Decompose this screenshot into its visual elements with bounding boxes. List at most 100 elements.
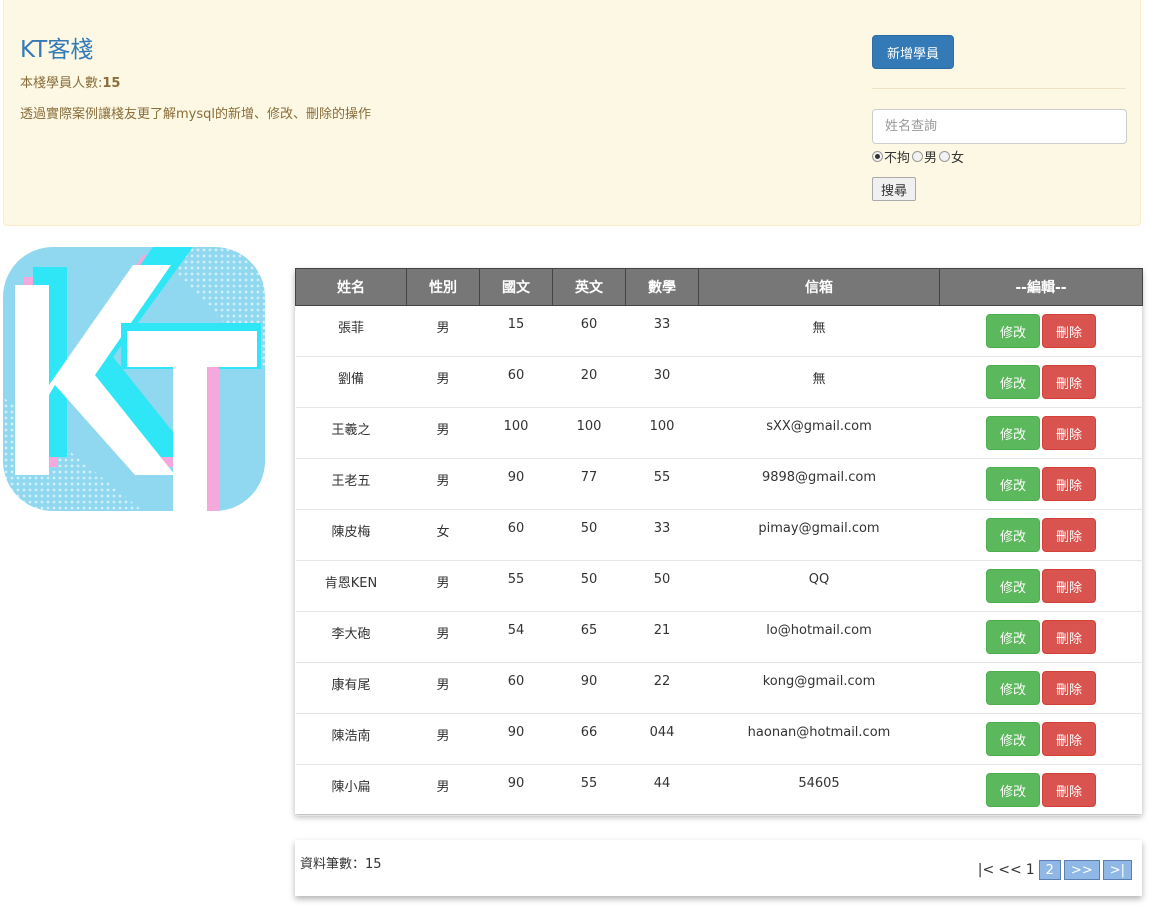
edit-button[interactable]: 修改 (986, 365, 1040, 399)
col-header-math: 數學 (625, 268, 699, 306)
cell-english: 90 (552, 662, 626, 714)
cell-chinese: 90 (479, 713, 553, 765)
cell-chinese: 15 (479, 305, 553, 357)
cell-chinese: 90 (479, 764, 553, 816)
cell-chinese: 54 (479, 611, 553, 663)
cell-name: 康有尾 (295, 662, 407, 714)
cell-math: 44 (625, 764, 699, 816)
edit-button[interactable]: 修改 (986, 773, 1040, 807)
cell-email: 9898@gmail.com (698, 458, 940, 510)
cell-chinese: 55 (479, 560, 553, 612)
cell-email: 54605 (698, 764, 940, 816)
table-header-row: 姓名 性別 國文 英文 數學 信箱 --編輯-- (295, 268, 1143, 306)
delete-button[interactable]: 刪除 (1042, 416, 1096, 450)
cell-gender: 男 (406, 611, 480, 663)
delete-button[interactable]: 刪除 (1042, 671, 1096, 705)
delete-button[interactable]: 刪除 (1042, 467, 1096, 501)
cell-gender: 男 (406, 305, 480, 357)
kt-logo (3, 247, 265, 511)
table-row: 康有尾 男 60 90 22 kong@gmail.com 修改 刪除 (295, 662, 1143, 714)
col-header-chinese: 國文 (479, 268, 553, 306)
search-button[interactable]: 搜尋 (872, 177, 916, 201)
cell-actions: 修改 刪除 (939, 407, 1143, 459)
add-member-button[interactable]: 新增學員 (872, 35, 954, 69)
first-page-link[interactable]: |< (978, 862, 994, 878)
pager: |< << 1 2 >> >| (978, 860, 1132, 880)
current-page: 1 (1025, 862, 1035, 878)
cell-english: 20 (552, 356, 626, 408)
record-count: 資料筆數：15 (300, 853, 382, 872)
cell-name: 陳小扁 (295, 764, 407, 816)
cell-chinese: 90 (479, 458, 553, 510)
edit-button[interactable]: 修改 (986, 671, 1040, 705)
cell-gender: 男 (406, 407, 480, 459)
cell-english: 66 (552, 713, 626, 765)
col-header-email: 信箱 (698, 268, 940, 306)
edit-button[interactable]: 修改 (986, 620, 1040, 654)
cell-english: 60 (552, 305, 626, 357)
cell-math: 21 (625, 611, 699, 663)
edit-button[interactable]: 修改 (986, 569, 1040, 603)
cell-actions: 修改 刪除 (939, 662, 1143, 714)
member-count-value: 15 (102, 76, 121, 91)
delete-button[interactable]: 刪除 (1042, 365, 1096, 399)
site-description: 透過實際案例讓棧友更了解mysql的新增、修改、刪除的操作 (20, 107, 371, 122)
cell-actions: 修改 刪除 (939, 713, 1143, 765)
table-row: 陳小扁 男 90 55 44 54605 修改 刪除 (295, 764, 1143, 816)
cell-math: 22 (625, 662, 699, 714)
last-page-link[interactable]: >| (1102, 860, 1132, 880)
cell-english: 50 (552, 509, 626, 561)
edit-button[interactable]: 修改 (986, 416, 1040, 450)
cell-name: 張菲 (295, 305, 407, 357)
cell-english: 50 (552, 560, 626, 612)
cell-math: 33 (625, 509, 699, 561)
name-search-input[interactable] (872, 109, 1127, 144)
col-header-edit: --編輯-- (939, 268, 1143, 306)
delete-button[interactable]: 刪除 (1042, 620, 1096, 654)
cell-english: 55 (552, 764, 626, 816)
gender-radio-female-label: 女 (951, 151, 965, 166)
page-2-link[interactable]: 2 (1038, 860, 1061, 880)
cell-name: 劉備 (295, 356, 407, 408)
delete-button[interactable]: 刪除 (1042, 722, 1096, 756)
next-page-link[interactable]: >> (1063, 860, 1100, 880)
cell-actions: 修改 刪除 (939, 560, 1143, 612)
edit-button[interactable]: 修改 (986, 467, 1040, 501)
pagination-panel: 資料筆數：15 |< << 1 2 >> >| (295, 840, 1142, 896)
delete-button[interactable]: 刪除 (1042, 569, 1096, 603)
cell-name: 陳皮梅 (295, 509, 407, 561)
prev-page-link[interactable]: << (998, 862, 1021, 878)
table-row: 張菲 男 15 60 33 無 修改 刪除 (295, 305, 1143, 357)
cell-email: 無 (698, 305, 940, 357)
edit-button[interactable]: 修改 (986, 518, 1040, 552)
record-count-label: 資料筆數： (300, 857, 366, 872)
table-row: 王羲之 男 100 100 100 sXX@gmail.com 修改 刪除 (295, 407, 1143, 459)
gender-radio-female[interactable] (939, 151, 951, 162)
gender-radio-any-label: 不拘 (884, 151, 911, 166)
edit-button[interactable]: 修改 (986, 722, 1040, 756)
cell-email: pimay@gmail.com (698, 509, 940, 561)
cell-math: 30 (625, 356, 699, 408)
col-header-english: 英文 (552, 268, 626, 306)
cell-math: 044 (625, 713, 699, 765)
cell-actions: 修改 刪除 (939, 611, 1143, 663)
cell-math: 33 (625, 305, 699, 357)
gender-radio-male[interactable] (912, 151, 924, 162)
cell-actions: 修改 刪除 (939, 305, 1143, 357)
gender-radio-male-label: 男 (924, 151, 938, 166)
cell-email: haonan@hotmail.com (698, 713, 940, 765)
cell-actions: 修改 刪除 (939, 764, 1143, 816)
cell-actions: 修改 刪除 (939, 458, 1143, 510)
cell-math: 50 (625, 560, 699, 612)
delete-button[interactable]: 刪除 (1042, 518, 1096, 552)
delete-button[interactable]: 刪除 (1042, 314, 1096, 348)
cell-chinese: 60 (479, 356, 553, 408)
member-table: 姓名 性別 國文 英文 數學 信箱 --編輯-- 張菲 男 15 60 33 無… (295, 268, 1143, 816)
gender-radio-any[interactable] (872, 151, 883, 162)
edit-button[interactable]: 修改 (986, 314, 1040, 348)
cell-chinese: 100 (479, 407, 553, 459)
cell-actions: 修改 刪除 (939, 509, 1143, 561)
cell-english: 100 (552, 407, 626, 459)
table-row: 李大砲 男 54 65 21 lo@hotmail.com 修改 刪除 (295, 611, 1143, 663)
delete-button[interactable]: 刪除 (1042, 773, 1096, 807)
